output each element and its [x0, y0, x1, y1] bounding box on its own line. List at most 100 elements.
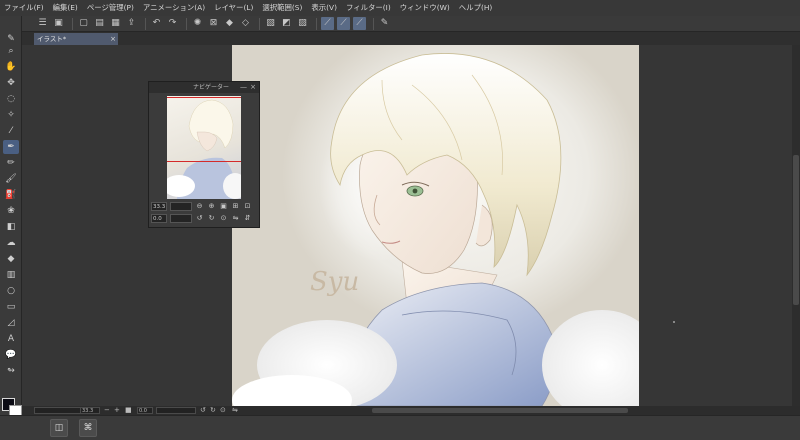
deselect-icon[interactable]: ▧: [264, 17, 277, 30]
navigator-frame-bottom: [167, 161, 241, 162]
status-zoom-field[interactable]: 33.3: [80, 407, 100, 414]
navigator-zoom-slider[interactable]: [170, 202, 192, 211]
fit-navigator-icon[interactable]: ⊡: [243, 202, 252, 211]
actual-size-icon[interactable]: ▣: [219, 202, 228, 211]
zoom-out-icon[interactable]: ⊖: [195, 202, 204, 211]
bottom-dock: ◫ ⌘: [0, 415, 800, 440]
pen-icon[interactable]: ✒: [3, 140, 19, 154]
navigator-preview[interactable]: [167, 96, 241, 199]
navigator-dock-icon[interactable]: ◫: [50, 419, 68, 437]
navigator-angle-field[interactable]: 0.0: [151, 214, 167, 223]
select-all-icon[interactable]: ▨: [296, 17, 309, 30]
artwork-canvas[interactable]: Syu: [232, 45, 639, 406]
zoom-icon[interactable]: ⌕: [3, 44, 19, 58]
invert-selection-icon[interactable]: ◩: [280, 17, 293, 30]
menu-page[interactable]: ページ管理(P): [87, 0, 134, 16]
status-angle-slider[interactable]: [156, 407, 196, 414]
artwork-illustration: Syu: [232, 53, 639, 406]
figure-icon[interactable]: ○: [3, 284, 19, 298]
eraser-icon[interactable]: ◇: [239, 17, 252, 30]
reset-rotation-icon[interactable]: ⊙: [219, 214, 228, 223]
menu-help[interactable]: ヘルプ(H): [459, 0, 493, 16]
rotate-left-icon[interactable]: ↺: [200, 406, 206, 415]
command-bar: ☰ ▣ ▢ ▤ ▦ ⇪ ↶ ↷ ✺ ⊠ ◆ ◇ ▧ ◩ ▨ ⟋ ⟋ ⟋ ✎: [0, 16, 800, 32]
navigator-zoom-field[interactable]: 33.3: [151, 202, 167, 211]
ruler-icon[interactable]: ◿: [3, 316, 19, 330]
canvas-tab[interactable]: イラスト* ×: [34, 33, 118, 45]
artwork-signature: Syu: [310, 267, 359, 297]
close-icon[interactable]: ×: [110, 33, 116, 45]
open-folder-icon[interactable]: ▤: [93, 17, 106, 30]
close-icon[interactable]: ×: [250, 82, 256, 93]
blend-icon[interactable]: ☁: [3, 236, 19, 250]
hand-icon[interactable]: ✋: [3, 60, 19, 74]
pen-settings-icon[interactable]: ✎: [378, 17, 391, 30]
save-icon[interactable]: ▦: [109, 17, 122, 30]
lasso-select-icon[interactable]: ◌: [3, 92, 19, 106]
balloon-icon[interactable]: 💬: [3, 348, 19, 362]
material-dock-icon[interactable]: ⌘: [79, 419, 97, 437]
zoom-out-icon[interactable]: −: [104, 406, 110, 415]
flip-horizontal-icon[interactable]: ⇋: [232, 406, 238, 415]
fill-bucket-icon[interactable]: ◆: [223, 17, 236, 30]
new-file-icon[interactable]: ▢: [77, 17, 90, 30]
actual-size-icon[interactable]: ■: [125, 406, 132, 415]
navigator-panel: ナビゲーター — × 33.3 ⊖ ⊕ ▣ ⊞ ⊡ 0.0 ↺ ↻ ⊙ ⇋ ⇵: [148, 81, 260, 228]
text-icon[interactable]: A: [3, 332, 19, 346]
menu-edit[interactable]: 編集(E): [53, 0, 78, 16]
airbrush-icon[interactable]: ⛽: [3, 188, 19, 202]
rotate-left-icon[interactable]: ↺: [195, 214, 204, 223]
eraser-icon[interactable]: ◧: [3, 220, 19, 234]
app-icon[interactable]: ▣: [52, 17, 65, 30]
menu-file[interactable]: ファイル(F): [4, 0, 44, 16]
status-bar: 33.3 − + ■ 0.0 ↺ ↻ ⊙ ⇋: [22, 406, 800, 415]
status-angle-field[interactable]: 0.0: [137, 407, 153, 414]
menu-view[interactable]: 表示(V): [311, 0, 337, 16]
app-window: ファイル(F) 編集(E) ページ管理(P) アニメーション(A) レイヤー(L…: [0, 0, 800, 440]
correct-line-icon[interactable]: ↬: [3, 364, 19, 378]
magic-wand-icon[interactable]: ✧: [3, 108, 19, 122]
canvas-workspace[interactable]: Syu: [22, 45, 792, 406]
fill-icon[interactable]: ◆: [3, 252, 19, 266]
divider: [316, 17, 317, 30]
navigator-title-bar[interactable]: ナビゲーター — ×: [149, 82, 259, 93]
horizontal-scroll-thumb[interactable]: [372, 408, 628, 413]
menu-filter[interactable]: フィルター(I): [346, 0, 391, 16]
snap-grid-icon[interactable]: ⟋: [353, 17, 366, 30]
vertical-scroll-thumb[interactable]: [793, 155, 799, 305]
flip-vertical-icon[interactable]: ⇵: [243, 214, 252, 223]
move-icon[interactable]: ✥: [3, 76, 19, 90]
snap-ruler-icon[interactable]: ⟋: [321, 17, 334, 30]
rotate-right-icon[interactable]: ↻: [210, 406, 216, 415]
redo-icon[interactable]: ↷: [166, 17, 179, 30]
menu-bar: ファイル(F) 編集(E) ページ管理(P) アニメーション(A) レイヤー(L…: [0, 0, 800, 16]
snap-guide-icon[interactable]: ⟋: [337, 17, 350, 30]
menu-window[interactable]: ウィンドウ(W): [400, 0, 450, 16]
navigator-controls: 33.3 ⊖ ⊕ ▣ ⊞ ⊡ 0.0 ↺ ↻ ⊙ ⇋ ⇵: [151, 202, 257, 226]
fit-window-icon[interactable]: ⊞: [231, 202, 240, 211]
brush-icon[interactable]: 🖌: [3, 172, 19, 186]
menu-toggle-icon[interactable]: ☰: [36, 17, 49, 30]
undo-icon[interactable]: ↶: [150, 17, 163, 30]
rotate-right-icon[interactable]: ↻: [207, 214, 216, 223]
minimize-icon[interactable]: —: [240, 82, 247, 93]
frame-border-icon[interactable]: ▭: [3, 300, 19, 314]
decoration-icon[interactable]: ❀: [3, 204, 19, 218]
spinner-icon[interactable]: ✺: [191, 17, 204, 30]
vertical-scrollbar[interactable]: [792, 45, 800, 406]
reset-rotation-icon[interactable]: ⊙: [220, 406, 226, 415]
menu-selection[interactable]: 選択範囲(S): [262, 0, 302, 16]
zoom-in-icon[interactable]: ⊕: [207, 202, 216, 211]
zoom-in-icon[interactable]: +: [114, 406, 120, 415]
gradient-icon[interactable]: ▥: [3, 268, 19, 282]
eyedropper-icon[interactable]: ⁄: [3, 124, 19, 138]
menu-animation[interactable]: アニメーション(A): [143, 0, 205, 16]
navigator-angle-slider[interactable]: [170, 214, 192, 223]
navigator-frame-top: [167, 97, 241, 98]
export-icon[interactable]: ⇪: [125, 17, 138, 30]
clear-icon[interactable]: ⊠: [207, 17, 220, 30]
tool-palette: ✎ ⌕ ✋ ✥ ◌ ✧ ⁄ ✒ ✏ 🖌 ⛽ ❀ ◧ ☁ ◆ ▥ ○ ▭ ◿ A …: [0, 16, 22, 416]
flip-horizontal-icon[interactable]: ⇋: [231, 214, 240, 223]
pencil-icon[interactable]: ✏: [3, 156, 19, 170]
menu-layer[interactable]: レイヤー(L): [214, 0, 253, 16]
